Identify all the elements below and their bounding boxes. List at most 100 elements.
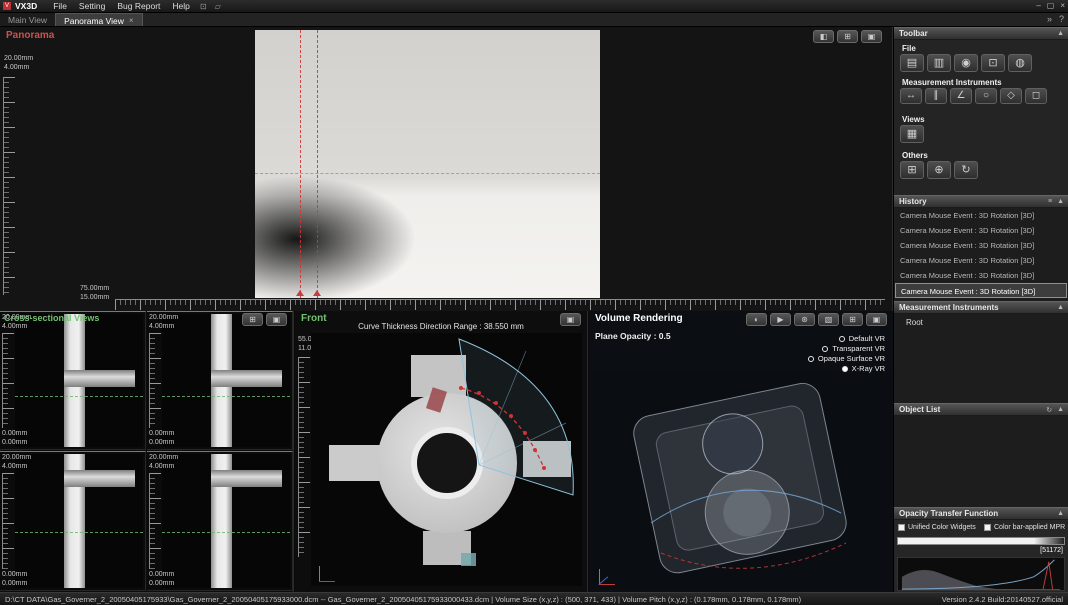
sphere-icon[interactable]: ◍ — [1008, 54, 1032, 72]
menu-help[interactable]: Help — [166, 1, 195, 11]
collapse-icon[interactable]: ▲ — [1057, 30, 1064, 37]
print-icon[interactable]: ▥ — [927, 54, 951, 72]
menu-setting[interactable]: Setting — [73, 1, 111, 11]
file-section-label: File — [902, 44, 916, 53]
menu-bug-report[interactable]: Bug Report — [111, 1, 166, 11]
curve-marker-line[interactable] — [300, 30, 301, 298]
vertical-ruler — [2, 473, 14, 569]
history-item-selected[interactable]: Camera Mouse Event : 3D Rotation [3D] — [895, 283, 1067, 298]
camera-icon[interactable]: ⊡ — [981, 54, 1005, 72]
cross-image[interactable] — [162, 454, 290, 588]
maximize-view-icon[interactable]: ▣ — [560, 313, 581, 326]
history-item[interactable]: Camera Mouse Event : 3D Rotation [3D] — [895, 268, 1067, 283]
angle-icon[interactable]: ∠ — [950, 88, 972, 104]
maximize-view-icon[interactable]: ▣ — [861, 30, 882, 43]
cross-cell-bottom-left[interactable]: 20.00mm4.00mm 0.00mm0.00mm — [0, 451, 146, 591]
reset-icon[interactable]: ↻ — [954, 161, 978, 179]
clip-icon[interactable]: ▧ — [818, 313, 839, 326]
maximize-view-icon[interactable]: ▣ — [866, 313, 887, 326]
opacity-histogram[interactable] — [897, 557, 1065, 591]
orientation-icon[interactable]: ◐ — [746, 313, 767, 326]
collapse-icon[interactable]: ▲ — [1057, 406, 1064, 414]
transfer-color-bar[interactable] — [897, 537, 1065, 545]
tab-close-icon[interactable]: × — [129, 16, 134, 25]
views-section-label: Views — [902, 115, 925, 124]
minimize-button[interactable]: – — [1036, 1, 1040, 10]
cross-sectional-panel: Cross-sectional Views ⊞ ▣ 20.00mm4.00mm … — [0, 311, 294, 592]
layout-left-icon[interactable]: ◧ — [813, 30, 834, 43]
history-item[interactable]: Camera Mouse Event : 3D Rotation [3D] — [895, 253, 1067, 268]
settings-icon[interactable]: ⊛ — [794, 313, 815, 326]
report-icon[interactable]: ▱ — [211, 2, 225, 11]
collapse-icon[interactable]: ▲ — [1057, 198, 1064, 205]
status-bar: D:\CT DATA\Gas_Governer_2_20050405175933… — [0, 592, 1068, 605]
circle-icon[interactable]: ○ — [975, 88, 997, 104]
volume-viewport[interactable] — [591, 373, 891, 589]
distance-icon[interactable]: ↔ — [900, 88, 922, 104]
front-viewport[interactable] — [311, 333, 582, 586]
front-panel: Front Curve Thickness Direction Range : … — [295, 311, 588, 592]
curve-marker-line[interactable] — [317, 30, 318, 298]
history-menu-icon[interactable]: ≡ — [1048, 198, 1052, 205]
marker-triangle-icon[interactable] — [296, 290, 304, 296]
annotation-icon[interactable]: ◻ — [1025, 88, 1047, 104]
panorama-panel: Panorama ◧ ⊞ ▣ 20.00mm 4.00mm 75.00mm 15… — [0, 27, 893, 311]
caliper-icon[interactable]: ∥ — [925, 88, 947, 104]
tab-panorama-view[interactable]: Panorama View × — [55, 13, 143, 26]
vertical-ruler — [149, 333, 161, 428]
maximize-view-icon[interactable]: ▣ — [266, 313, 287, 326]
vertical-ruler — [298, 357, 310, 557]
panorama-viewport[interactable] — [255, 30, 600, 298]
cross-cell-top-left[interactable]: 20.00mm4.00mm 0.00mm0.00mm — [0, 311, 146, 450]
record-icon[interactable]: ◉ — [954, 54, 978, 72]
radio-xray-vr[interactable]: X-Ray VR — [842, 364, 885, 373]
refresh-icon[interactable]: ↻ — [1046, 406, 1052, 414]
maximize-button[interactable]: ▢ — [1047, 1, 1055, 10]
checkbox-unified-color-widgets[interactable]: Unified Color Widgets — [898, 524, 976, 531]
cross-image[interactable] — [162, 314, 290, 447]
cross-image[interactable] — [15, 454, 143, 588]
others-tools: ⊞ ⊕ ↻ — [900, 161, 978, 179]
object-list-panel-header[interactable]: Object List ↻ ▲ — [894, 403, 1068, 416]
cross-cell-top-right[interactable]: 20.00mm4.00mm 0.00mm0.00mm — [147, 311, 293, 450]
multi-view-icon[interactable]: ▦ — [900, 125, 924, 143]
animation-icon[interactable]: ▶ — [770, 313, 791, 326]
menu-file[interactable]: File — [47, 1, 73, 11]
marker-triangle-icon[interactable] — [313, 290, 321, 296]
polygon-icon[interactable]: ◇ — [1000, 88, 1022, 104]
tab-bar: Main View Panorama View × — [0, 13, 1068, 27]
history-item[interactable]: Camera Mouse Event : 3D Rotation [3D] — [895, 208, 1067, 223]
expand-panel-icon[interactable]: » — [1047, 14, 1052, 24]
history-item[interactable]: Camera Mouse Event : 3D Rotation [3D] — [895, 238, 1067, 253]
layout-grid-icon[interactable]: ⊞ — [242, 313, 263, 326]
app-title: VX3D — [15, 1, 37, 11]
radio-default-vr[interactable]: Default VR — [839, 334, 885, 343]
right-sidebar: Toolbar ▲ File ▤ ▥ ◉ ⊡ ◍ Measurement Ins… — [893, 27, 1068, 593]
layout-grid-icon[interactable]: ⊞ — [842, 313, 863, 326]
radio-transparent-vr[interactable]: Transparent VR — [822, 344, 885, 353]
measurement-tree: Root — [894, 314, 1068, 403]
layout-grid-icon[interactable]: ⊞ — [837, 30, 858, 43]
close-button[interactable]: × — [1060, 1, 1065, 10]
toolbar-panel-header[interactable]: Toolbar ▲ — [894, 27, 1068, 40]
capture-icon[interactable]: ⊡ — [196, 2, 211, 11]
cross-cell-bottom-right[interactable]: 20.00mm4.00mm 0.00mm0.00mm — [147, 451, 293, 591]
vx3d-window: V VX3D File Setting Bug Report Help ⊡ ▱ … — [0, 0, 1068, 605]
radio-selected-icon — [842, 366, 848, 372]
vertical-ruler — [3, 77, 17, 295]
collapse-icon[interactable]: ▲ — [1057, 304, 1064, 311]
history-item[interactable]: Camera Mouse Event : 3D Rotation [3D] — [895, 223, 1067, 238]
history-panel-header[interactable]: History ≡ ▲ — [894, 195, 1068, 208]
collapse-icon[interactable]: ▲ — [1057, 510, 1064, 517]
cross-image[interactable] — [15, 314, 143, 447]
measurement-panel-header[interactable]: Measurement Instruments ▲ — [894, 301, 1068, 314]
expand-window-icon[interactable]: ⊞ — [900, 161, 924, 179]
help-icon[interactable]: ? — [1059, 14, 1064, 24]
tab-main-view[interactable]: Main View — [0, 13, 55, 26]
opacity-panel-header[interactable]: Opacity Transfer Function ▲ — [894, 507, 1068, 520]
radio-opaque-surface-vr[interactable]: Opaque Surface VR — [808, 354, 885, 363]
add-window-icon[interactable]: ⊕ — [927, 161, 951, 179]
open-folder-icon[interactable]: ▤ — [900, 54, 924, 72]
tree-item-root[interactable]: Root — [894, 314, 1068, 327]
checkbox-color-bar-applied-mpr[interactable]: Color bar-applied MPR — [984, 524, 1065, 531]
